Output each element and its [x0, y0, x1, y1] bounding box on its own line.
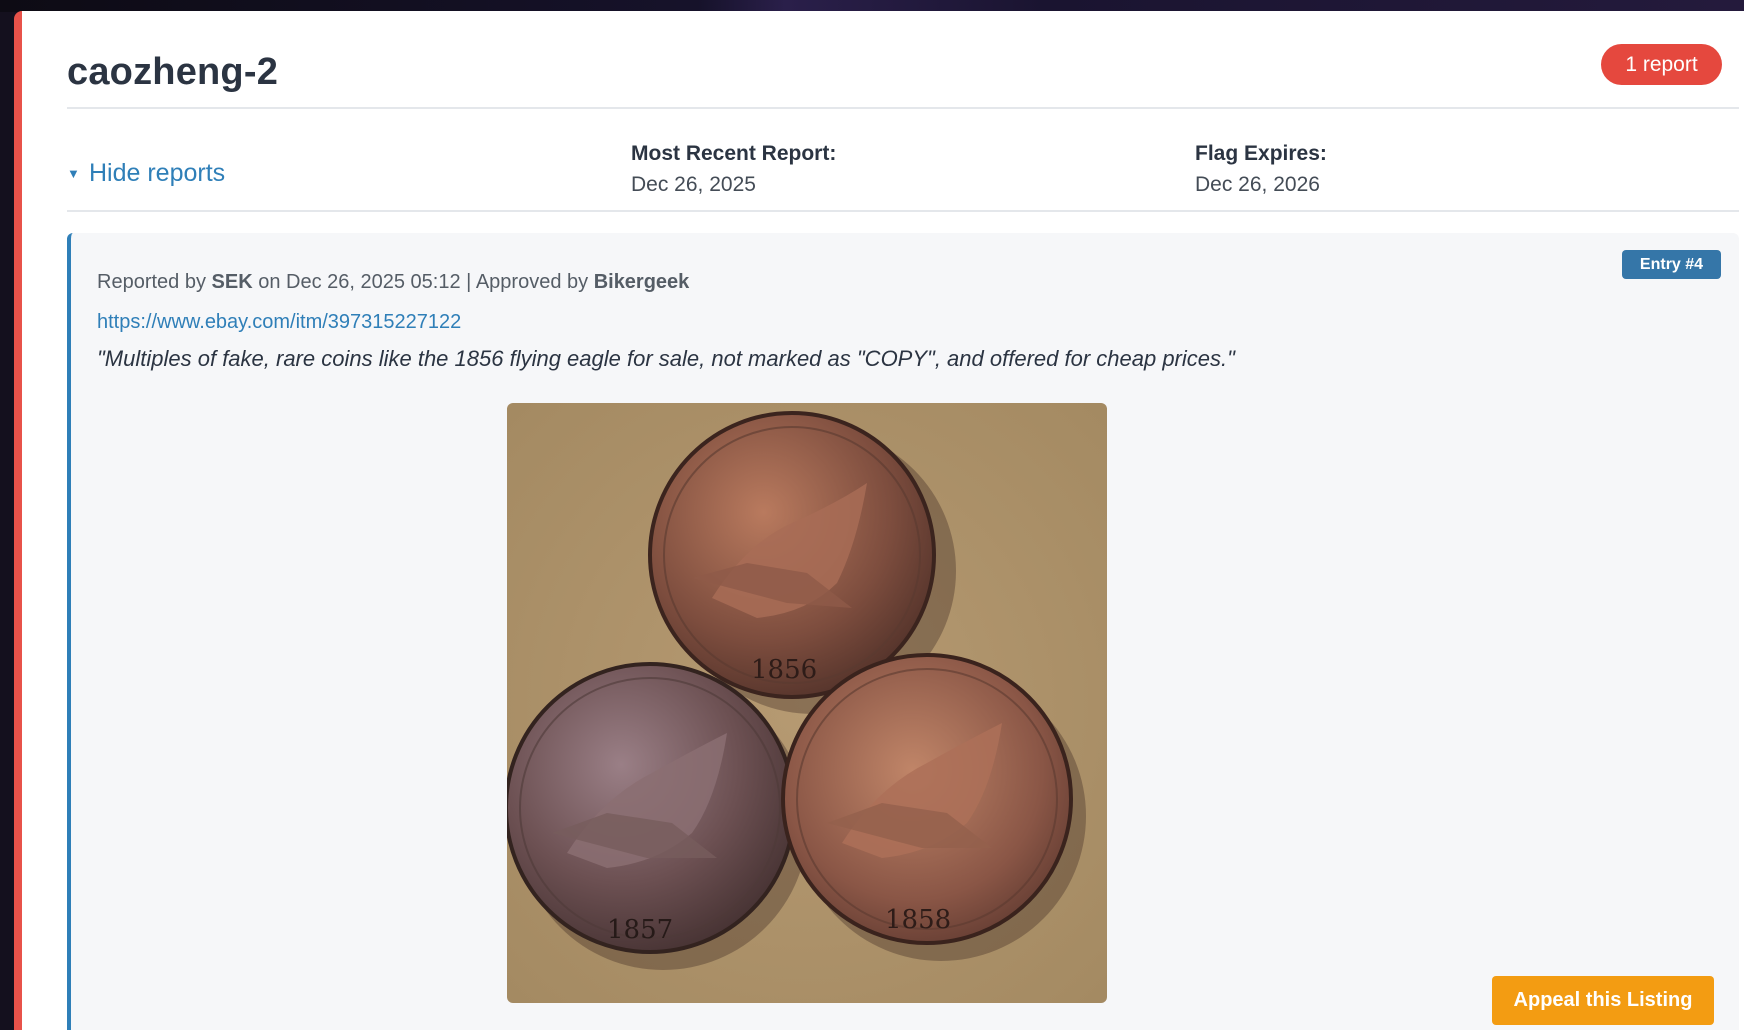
- most-recent-report: Most Recent Report: Dec 26, 2025: [631, 142, 836, 197]
- approver-name: Bikergeek: [593, 271, 690, 293]
- listing-card: caozheng-2 1 report ▼ Hide reports Most …: [14, 11, 1744, 1030]
- hide-reports-toggle[interactable]: ▼ Hide reports: [67, 159, 225, 188]
- reported-by-prefix: Reported by: [97, 271, 206, 293]
- approved-by-prefix: Approved by: [475, 271, 589, 293]
- report-byline: Reported by SEK on Dec 26, 2025 05:12 | …: [97, 271, 689, 294]
- flag-expires-label: Flag Expires:: [1195, 142, 1327, 165]
- report-count-badge: 1 report: [1601, 44, 1722, 85]
- most-recent-label: Most Recent Report:: [631, 142, 837, 165]
- reporter-name: SEK: [211, 271, 253, 293]
- seller-name: caozheng-2: [67, 51, 279, 93]
- flag-expires-value: Dec 26, 2026: [1195, 173, 1320, 196]
- caret-down-icon: ▼: [67, 166, 80, 181]
- flag-expires: Flag Expires: Dec 26, 2026: [1195, 142, 1327, 197]
- entry-number-badge: Entry #4: [1622, 250, 1721, 279]
- coin-year-left: 1857: [607, 915, 673, 945]
- header-divider: [67, 107, 1739, 109]
- report-date: on Dec 26, 2025 05:12: [258, 271, 461, 293]
- coin-year-top: 1856: [751, 655, 817, 685]
- listing-link[interactable]: https://www.ebay.com/itm/397315227122: [97, 311, 461, 334]
- report-comment: "Multiples of fake, rare coins like the …: [97, 346, 1235, 371]
- appeal-listing-button[interactable]: Appeal this Listing: [1492, 976, 1714, 1025]
- most-recent-value: Dec 26, 2025: [631, 173, 756, 196]
- summary-divider: [67, 210, 1739, 212]
- byline-separator: |: [466, 271, 472, 293]
- evidence-photo[interactable]: 1856 1857 1858: [507, 403, 1107, 1003]
- toggle-label: Hide reports: [89, 159, 226, 187]
- report-entry: Entry #4 Reported by SEK on Dec 26, 2025…: [67, 233, 1739, 1030]
- coin-year-right: 1858: [885, 905, 951, 935]
